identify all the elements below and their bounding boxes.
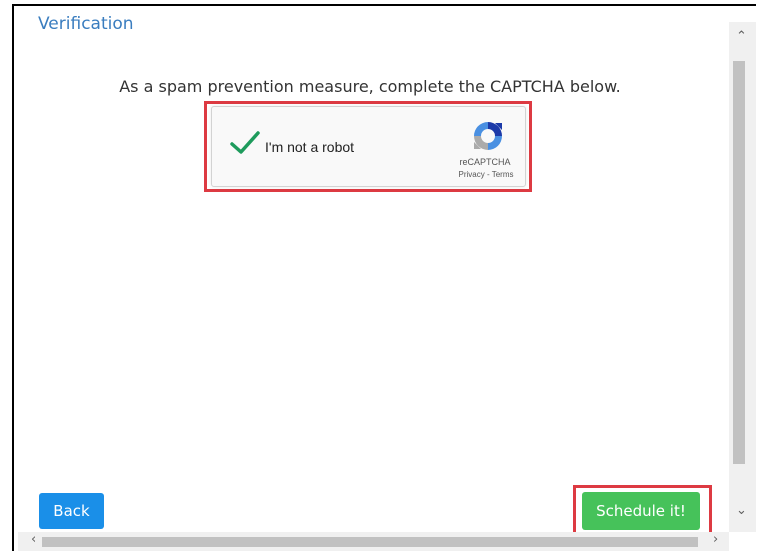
terms-link[interactable]: Terms (492, 170, 514, 179)
chevron-left-icon[interactable]: ‹ (31, 533, 36, 546)
captcha-checkbox-label: I'm not a robot (265, 139, 355, 155)
recaptcha-widget[interactable]: I'm not a robot reCAPTCHA Privacy - Term… (211, 106, 526, 187)
chevron-up-icon[interactable]: ⌃ (736, 30, 747, 43)
chevron-down-icon[interactable]: ⌄ (736, 504, 747, 517)
back-button[interactable]: Back (39, 493, 104, 529)
horizontal-scrollbar-thumb[interactable] (42, 537, 698, 547)
chevron-right-icon[interactable]: › (713, 533, 718, 546)
section-title: Verification (38, 14, 134, 34)
instruction-text: As a spam prevention measure, complete t… (119, 77, 621, 96)
schedule-button[interactable]: Schedule it! (582, 492, 700, 530)
recaptcha-brand-label: reCAPTCHA (459, 157, 511, 167)
recaptcha-logo-icon (474, 122, 502, 150)
privacy-link[interactable]: Privacy (459, 170, 485, 179)
link-separator: - (484, 170, 492, 179)
vertical-scrollbar-thumb[interactable] (733, 61, 745, 464)
recaptcha-links: Privacy - Terms (453, 170, 519, 179)
check-icon[interactable] (230, 131, 260, 155)
